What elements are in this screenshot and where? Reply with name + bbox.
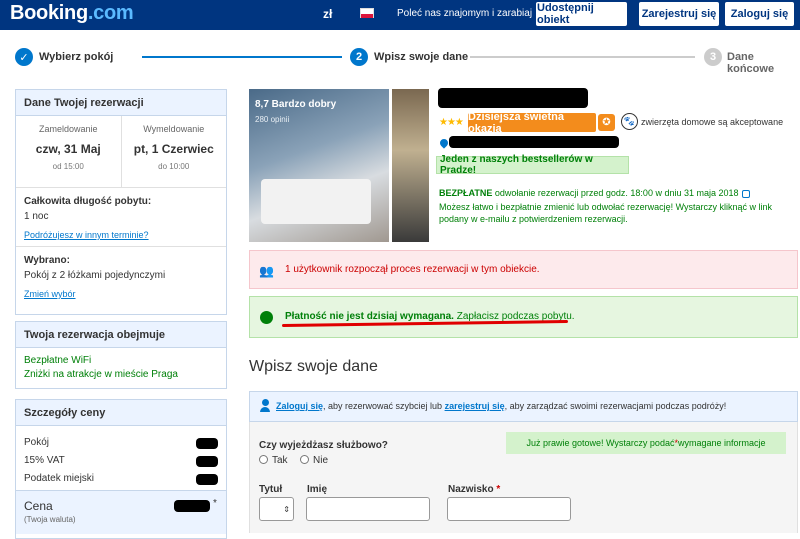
price-rows: Pokój 15% VAT Podatek miejski (16, 426, 226, 490)
business-yes-radio[interactable] (259, 455, 268, 464)
total-sub-label: (Twoja waluta) (24, 515, 76, 524)
free-cancellation-info: BEZPŁATNE odwołanie rezerwacji przed god… (439, 187, 779, 225)
user-icon (260, 399, 270, 413)
business-yes-label[interactable]: Tak (272, 455, 288, 466)
payment-alert: Płatność nie jest dzisiaj wymagana. Zapł… (249, 296, 798, 338)
select-arrows-icon: ⇕ (283, 504, 290, 514)
booking-details-panel: Dane Twojej rezerwacji Zameldowanie czw,… (15, 89, 227, 315)
redacted-hotel-name (438, 88, 588, 108)
free-cancel-mid: odwołanie rezerwacji (492, 188, 581, 198)
first-name-input[interactable] (306, 497, 430, 521)
change-selection-link[interactable]: Zmień wybór (24, 289, 218, 299)
users-booking-alert: 👥 1 użytkownik rozpoczął proces rezerwac… (249, 250, 798, 289)
language-flag-icon[interactable] (360, 8, 374, 18)
checkin-label: Zameldowanie (38, 124, 98, 134)
login-prompt-text: Zaloguj się, aby rezerwować szybciej lub… (276, 401, 727, 411)
checkout-date: pt, 1 Czerwiec (133, 142, 214, 156)
price-row-city-tax: Podatek miejski (24, 473, 95, 484)
free-cancel-bold: BEZPŁATNE (439, 188, 493, 198)
business-no-label[interactable]: Nie (313, 455, 328, 466)
redacted-price (196, 474, 218, 485)
register-link[interactable]: zarejestruj się (445, 401, 505, 411)
selected-room-block: Wybrano: Pokój z 2 łóżkami pojedynczymi … (16, 247, 226, 299)
step-connector-pending (470, 56, 695, 58)
great-deal-badge: Dzisiejsza świetna okazja (468, 111, 596, 135)
login-link[interactable]: Zaloguj się (276, 401, 323, 411)
deal-info-icon[interactable]: ✪ (598, 114, 615, 131)
price-details-panel: Szczegóły ceny Pokój 15% VAT Podatek mie… (15, 399, 227, 539)
paw-icon: 🐾 (621, 113, 638, 130)
free-cancel-deadline: przed godz. 18:00 w dniu 31 maja 2018 (580, 188, 739, 198)
step1-label[interactable]: Wybierz pokój (39, 51, 113, 63)
photo-rating: 8,7 Bardzo dobry (255, 99, 337, 110)
star-rating-icon: ★★★ (439, 117, 464, 128)
business-trip-question: Czy wyjeżdżasz służbowo? (259, 440, 388, 451)
list-property-button[interactable]: Udostępnij obiekt (536, 2, 627, 26)
cancel-info-icon[interactable] (741, 189, 750, 198)
first-name-label: Imię (307, 484, 328, 495)
step3-number: 3 (704, 48, 722, 66)
redacted-price (196, 438, 218, 449)
selected-room-value: Pokój z 2 łóżkami pojedynczymi (24, 270, 166, 281)
free-cancel-detail: Możesz łatwo i bezpłatnie zmienić lub od… (439, 202, 773, 224)
hotel-photo[interactable]: 8,7 Bardzo dobry 280 opinii (249, 89, 389, 242)
booking-logo[interactable]: Booking.com (10, 2, 134, 25)
includes-title: Twoja rezerwacja obejmuje (16, 322, 226, 348)
checkin-time: od 15:00 (52, 162, 84, 171)
price-row-room: Pokój (24, 437, 50, 448)
booking-progress-stepper: ✓ Wybierz pokój 2 Wpisz swoje dane 3 Dan… (0, 44, 800, 75)
checkout-time: do 10:00 (158, 162, 190, 171)
booking-details-title: Dane Twojej rezerwacji (16, 90, 226, 116)
bed-shape (261, 179, 371, 224)
currency-selector[interactable]: zł (323, 7, 332, 21)
change-dates-link[interactable]: Podróżujesz w innym terminie? (24, 230, 218, 240)
price-total-block: Cena (Twoja waluta) * (16, 490, 226, 534)
bestseller-badge: Jeden z naszych bestsellerów w Pradze! (436, 154, 629, 176)
top-navbar: Booking.com zł Poleć nas znajomym i zara… (0, 0, 800, 30)
checkin-date: czw, 31 Maj (35, 142, 101, 156)
title-select[interactable]: ⇕ (259, 497, 294, 521)
last-name-label: Nazwisko * (448, 484, 501, 495)
checkin-block: Zameldowanie czw, 31 Maj od 15:00 (16, 116, 121, 187)
redacted-address (449, 136, 619, 148)
stay-length-label: Całkowita długość pobytu: (24, 196, 152, 207)
total-asterisk: * (213, 498, 217, 509)
step2-label: Wpisz swoje dane (374, 51, 469, 63)
photo-rating-sub: 280 opinii (255, 115, 290, 124)
title-field-label: Tytuł (259, 484, 283, 495)
price-details-title: Szczegóły ceny (16, 400, 226, 426)
stay-length-value: 1 noc (24, 211, 49, 222)
checkout-block: Wymeldowanie pt, 1 Czerwiec do 10:00 (120, 116, 227, 187)
business-no-radio[interactable] (300, 455, 309, 464)
register-button[interactable]: Zarejestruj się (639, 2, 719, 26)
users-booking-text: 1 użytkownik rozpoczął proces rezerwacji… (285, 264, 540, 275)
coins-icon (260, 311, 273, 324)
redacted-total (174, 500, 210, 512)
checkout-label: Wymeldowanie (143, 124, 205, 134)
includes-item: Zniżki na atrakcje w mieście Praga (24, 369, 178, 380)
hotel-photo-secondary[interactable] (392, 89, 429, 242)
includes-list: Bezpłatne WiFi Zniżki na atrakcje w mieś… (16, 348, 226, 388)
form-section-title: Wpisz swoje dane (249, 358, 378, 375)
price-row-vat: 15% VAT (24, 455, 65, 466)
includes-item: Bezpłatne WiFi (24, 355, 92, 366)
required-info-hint: Już prawie gotowe! Wystarczy podać * wym… (506, 432, 786, 454)
redacted-price (196, 456, 218, 467)
login-banner: Zaloguj się, aby rezerwować szybciej lub… (249, 391, 798, 422)
dates-row: Zameldowanie czw, 31 Maj od 15:00 Wymeld… (16, 116, 226, 188)
step3-label: Dane końcowe (727, 51, 775, 75)
pets-allowed-text: zwierzęta domowe są akceptowane (641, 117, 784, 127)
refer-friends-link[interactable]: Poleć nas znajomym i zarabiaj (397, 8, 532, 19)
selected-label: Wybrano: (24, 255, 70, 266)
step-connector-done (142, 56, 342, 58)
location-pin-icon (438, 137, 450, 149)
payment-bold: Płatność nie jest dzisiaj wymagana. (285, 311, 454, 322)
reservation-includes-panel: Twoja rezerwacja obejmuje Bezpłatne WiFi… (15, 321, 227, 389)
stay-length-block: Całkowita długość pobytu: 1 noc Podróżuj… (16, 188, 226, 247)
step2-number: 2 (350, 48, 368, 66)
step1-check-icon: ✓ (15, 48, 33, 66)
last-name-input[interactable] (447, 497, 571, 521)
users-icon: 👥 (259, 264, 274, 278)
login-button[interactable]: Zaloguj się (725, 2, 794, 26)
